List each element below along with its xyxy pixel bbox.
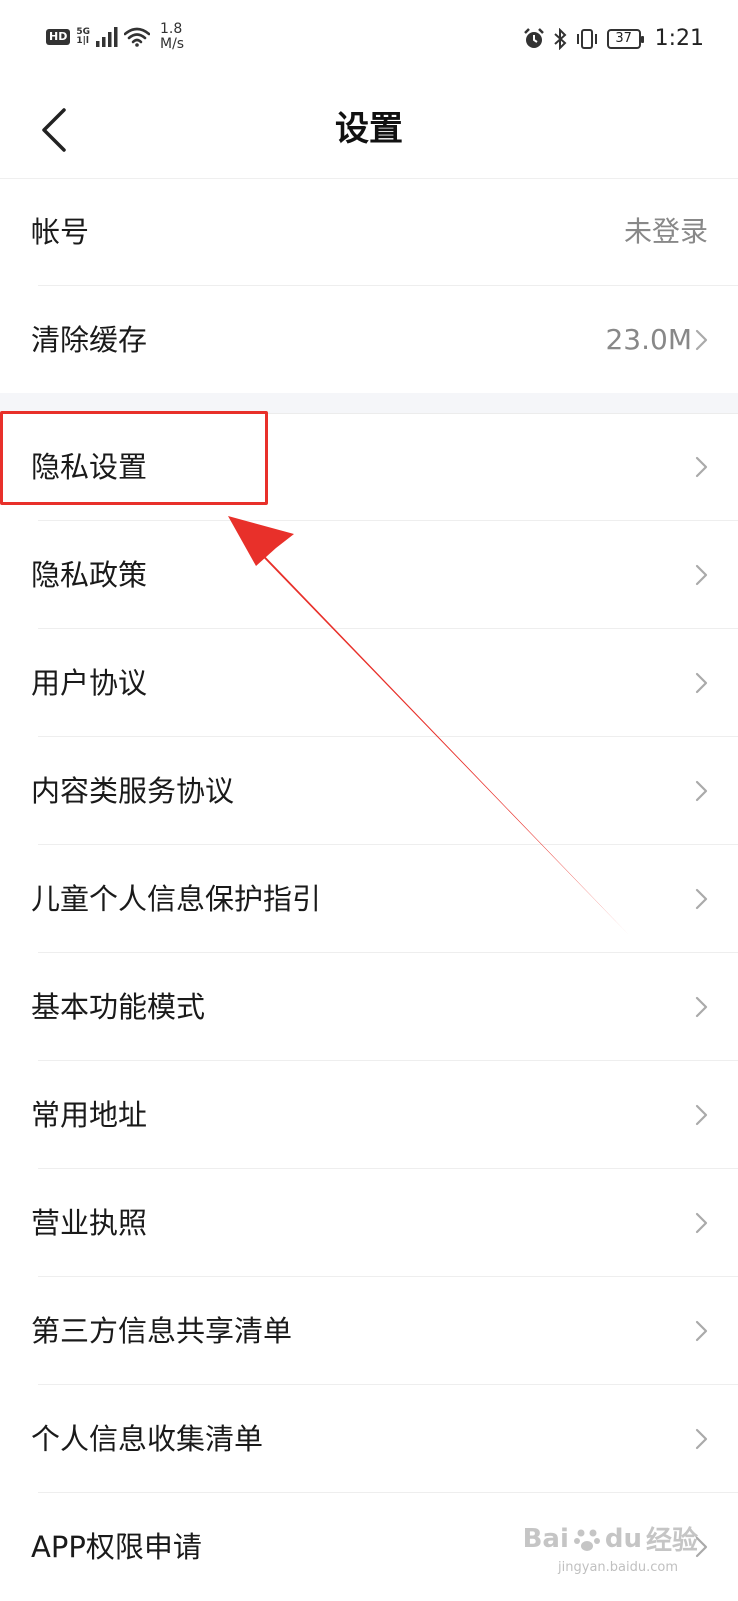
baidu-watermark: Bai du 经验 [523, 1520, 698, 1557]
chevron-right-icon [695, 456, 708, 478]
settings-row[interactable]: 营业执照 [0, 1169, 738, 1277]
row-label: 用户协议 [31, 666, 148, 700]
chevron-right-icon [695, 1212, 708, 1234]
row-label: 帐号 [31, 215, 90, 249]
row-label: 内容类服务协议 [31, 774, 235, 808]
cellular-signal-icon [96, 27, 118, 47]
chevron-right-icon [695, 888, 708, 910]
settings-row[interactable]: 隐私政策 [0, 521, 738, 629]
settings-row[interactable]: 内容类服务协议 [0, 737, 738, 845]
chevron-right-icon [695, 1320, 708, 1342]
settings-row[interactable]: 常用地址 [0, 1061, 738, 1169]
watermark-url: jingyan.baidu.com [558, 1560, 678, 1575]
network-type: 5G 1|l [76, 28, 90, 46]
wifi-icon [124, 27, 150, 47]
battery-icon: 37 [606, 28, 644, 49]
watermark-cn: 经验 [645, 1526, 698, 1556]
chevron-right-icon [695, 996, 708, 1018]
watermark-brand: Bai [522, 1523, 569, 1554]
settings-row[interactable]: 基本功能模式 [0, 953, 738, 1061]
speed-value: 1.8 [160, 21, 183, 37]
settings-row[interactable]: 儿童个人信息保护指引 [0, 845, 738, 953]
row-label: APP权限申请 [31, 1530, 202, 1564]
chevron-right-icon [695, 1428, 708, 1450]
row-label: 第三方信息共享清单 [31, 1314, 293, 1348]
status-right: 37 1:21 [523, 26, 704, 51]
nav-bar: 设置 [0, 84, 738, 179]
settings-row[interactable]: 用户协议 [0, 629, 738, 737]
paw-icon [573, 1529, 600, 1551]
clock-time: 1:21 [654, 26, 704, 51]
row-label: 个人信息收集清单 [31, 1422, 264, 1456]
settings-row[interactable]: 第三方信息共享清单 [0, 1277, 738, 1385]
status-left: HD 5G 1|l 1.8 M/s [46, 22, 184, 52]
row-label: 儿童个人信息保护指引 [31, 882, 322, 916]
row-label: 营业执照 [31, 1206, 148, 1240]
speed-unit: M/s [160, 36, 185, 52]
chevron-right-icon [695, 329, 708, 351]
chevron-right-icon [695, 780, 708, 802]
row-label: 基本功能模式 [31, 990, 206, 1024]
highlight-box [0, 411, 268, 505]
status-bar: HD 5G 1|l 1.8 M/s 37 1:21 [0, 0, 738, 84]
chevron-right-icon [695, 672, 708, 694]
alarm-icon [523, 27, 544, 48]
hd-badge: HD [46, 29, 71, 45]
row-label: 清除缓存 [31, 323, 148, 357]
row-value: 未登录 [623, 215, 708, 248]
settings-row[interactable]: 清除缓存 23.0M [0, 286, 738, 394]
network-sub: 1|l [76, 36, 89, 46]
network-speed: 1.8 M/s [160, 22, 184, 52]
settings-row[interactable]: 个人信息收集清单 [0, 1385, 738, 1493]
row-value: 23.0M [605, 323, 692, 356]
row-label: 常用地址 [31, 1098, 148, 1132]
vibrate-icon [576, 28, 597, 49]
settings-row[interactable]: 帐号 未登录 [0, 178, 738, 286]
bluetooth-icon [553, 27, 567, 50]
chevron-right-icon [695, 564, 708, 586]
chevron-right-icon [695, 1104, 708, 1126]
page-title: 设置 [335, 109, 403, 149]
watermark-brand2: du [604, 1523, 642, 1554]
row-label: 隐私政策 [31, 558, 148, 592]
